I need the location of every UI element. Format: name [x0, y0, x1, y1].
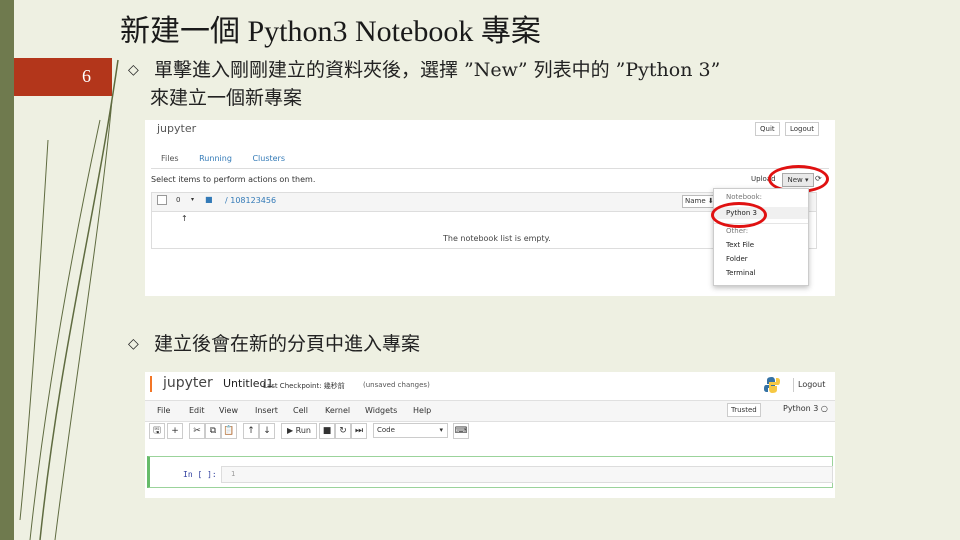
code-input[interactable]	[221, 466, 833, 483]
add-cell-icon[interactable]: +	[167, 423, 183, 439]
checkpoint-status: Last Checkpoint: 幾秒前	[263, 382, 345, 390]
tab-clusters[interactable]: Clusters	[252, 154, 285, 163]
stop-icon[interactable]: ■	[319, 423, 335, 439]
diamond-bullet-icon: ◇	[128, 336, 139, 352]
slide-number-tab	[14, 58, 112, 96]
paste-icon[interactable]: 📋	[221, 423, 237, 439]
bullet-2: ◇ 建立後會在新的分頁中進入專案	[128, 330, 420, 358]
breadcrumb[interactable]: / 108123456	[225, 196, 276, 205]
tab-divider	[151, 168, 829, 169]
jupyter-logo: jupyter	[157, 122, 197, 135]
menu-edit[interactable]: Edit	[189, 406, 205, 415]
line-number: 1	[231, 470, 236, 478]
bullet-1-line-1: 單擊進入剛剛建立的資料夾後，選擇 ”New” 列表中的 ”Python 3”	[154, 59, 721, 81]
tab-files[interactable]: Files	[161, 154, 179, 163]
save-icon[interactable]: 🖫	[149, 423, 165, 439]
copy-icon[interactable]: ⧉	[205, 423, 221, 439]
move-down-icon[interactable]: ↓	[259, 423, 275, 439]
chevron-down-icon: ▾	[439, 426, 443, 434]
kernel-indicator: Python 3 ○	[783, 404, 828, 413]
parent-folder-icon[interactable]: ↑	[181, 214, 188, 223]
python-logo-icon	[764, 377, 780, 393]
empty-list-message: The notebook list is empty.	[443, 234, 551, 243]
menu-item-folder[interactable]: Folder	[726, 255, 748, 263]
bullet-1-line-2: 來建立一個新專案	[150, 87, 303, 109]
menu-header-notebook: Notebook:	[726, 193, 762, 201]
diamond-bullet-icon: ◇	[128, 62, 139, 78]
selected-count: 0	[176, 196, 181, 204]
chevron-down-icon[interactable]: ▾	[191, 196, 194, 203]
jupyter-file-browser-screenshot: jupyter Quit Logout Files Running Cluste…	[145, 120, 835, 296]
menu-header-other: Other:	[726, 227, 749, 235]
restart-icon[interactable]: ↻	[335, 423, 351, 439]
bullet-1: ◇ 單擊進入剛剛建立的資料夾後，選擇 ”New” 列表中的 ”Python 3” …	[128, 56, 948, 112]
menu-item-text-file[interactable]: Text File	[726, 241, 754, 249]
cut-icon[interactable]: ✂	[189, 423, 205, 439]
slide-title: 新建一個 Python3 Notebook 專案	[120, 15, 541, 48]
jupyter-notebook-screenshot: jupyter Untitled1 Last Checkpoint: 幾秒前 (…	[145, 372, 835, 498]
browser-tabs: Files Running Clusters	[161, 154, 303, 163]
jupyter-logo-icon	[150, 376, 158, 392]
menu-help[interactable]: Help	[413, 406, 431, 415]
quit-button[interactable]: Quit	[755, 122, 780, 136]
logout-button[interactable]: Logout	[793, 378, 829, 392]
select-all-checkbox[interactable]	[157, 195, 167, 205]
cell-prompt: In [ ]:	[183, 470, 217, 479]
menu-widgets[interactable]: Widgets	[365, 406, 397, 415]
select-message: Select items to perform actions on them.	[151, 175, 316, 184]
menu-file[interactable]: File	[157, 406, 170, 415]
trusted-indicator[interactable]: Trusted	[727, 403, 761, 417]
python3-highlight-circle	[711, 202, 767, 228]
fast-forward-icon[interactable]: ⏭	[351, 423, 367, 439]
menu-insert[interactable]: Insert	[255, 406, 278, 415]
move-up-icon[interactable]: ↑	[243, 423, 259, 439]
cell-type-select[interactable]: Code ▾	[373, 423, 448, 438]
menu-view[interactable]: View	[219, 406, 238, 415]
unsaved-status: (unsaved changes)	[363, 381, 430, 389]
run-button[interactable]: ▶ Run	[281, 423, 317, 439]
cell-type-value: Code	[377, 426, 395, 434]
keyboard-icon[interactable]: ⌨	[453, 423, 469, 439]
tab-running[interactable]: Running	[199, 154, 232, 163]
logout-button[interactable]: Logout	[785, 122, 819, 136]
menu-cell[interactable]: Cell	[293, 406, 308, 415]
menu-item-terminal[interactable]: Terminal	[726, 269, 756, 277]
folder-icon: ■	[205, 195, 213, 204]
bullet-2-line-1: 建立後會在新的分頁中進入專案	[154, 333, 421, 355]
menu-kernel[interactable]: Kernel	[325, 406, 350, 415]
slide-number: 6	[82, 66, 91, 86]
jupyter-logo: jupyter	[163, 375, 213, 391]
